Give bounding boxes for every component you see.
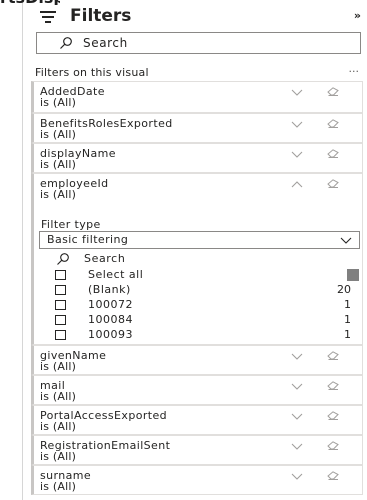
- value-label: 100072: [88, 298, 133, 311]
- checkbox[interactable]: [55, 270, 66, 280]
- filter-type-label: Filter type: [41, 218, 101, 231]
- filter-card-employeeid[interactable]: employeeId is (All) Filter type Basic fi…: [31, 173, 363, 345]
- filter-card-registrationemailsent[interactable]: RegistrationEmailSent is (All): [31, 435, 363, 465]
- filter-type-dropdown[interactable]: Basic filtering: [39, 231, 360, 249]
- eraser-icon[interactable]: [327, 471, 339, 480]
- eraser-icon[interactable]: [327, 441, 339, 450]
- filter-card-addeddate[interactable]: AddedDate is (All): [31, 81, 363, 113]
- value-label: (Blank): [88, 283, 131, 296]
- chevron-down-icon[interactable]: [291, 151, 303, 158]
- filters-pane-header: Filters »: [28, 6, 367, 30]
- search-icon: [60, 37, 72, 49]
- filter-card-surname[interactable]: surname is (All): [31, 465, 363, 495]
- value-row-select-all[interactable]: Select all: [34, 268, 360, 283]
- checkbox[interactable]: [55, 300, 66, 310]
- value-count: 1: [344, 313, 351, 326]
- filter-card-givenname[interactable]: givenName is (All): [31, 345, 363, 375]
- value-list-scrollbar[interactable]: [347, 269, 359, 281]
- value-search-box[interactable]: [40, 250, 360, 268]
- collapse-pane-button[interactable]: »: [354, 9, 361, 22]
- value-count: 1: [344, 328, 351, 341]
- chevron-down-icon[interactable]: [291, 89, 303, 96]
- eraser-icon[interactable]: [327, 351, 339, 360]
- checkbox[interactable]: [55, 330, 66, 340]
- eraser-icon[interactable]: [327, 87, 339, 96]
- value-row[interactable]: 100084 1: [34, 313, 360, 328]
- value-label: 100093: [88, 328, 133, 341]
- canvas-divider: [22, 0, 23, 500]
- section-label-this-visual: Filters on this visual: [35, 66, 149, 79]
- eraser-icon[interactable]: [327, 411, 339, 420]
- value-label: Select all: [88, 268, 144, 281]
- eraser-icon[interactable]: [327, 179, 339, 188]
- filter-card-state: is (All): [40, 420, 77, 433]
- value-search-input[interactable]: [84, 250, 324, 267]
- menu-lines-icon: [40, 11, 56, 24]
- filter-card-state: is (All): [40, 158, 77, 171]
- chevron-down-icon[interactable]: [291, 353, 303, 360]
- chevron-down-icon[interactable]: [291, 413, 303, 420]
- chevron-down-icon[interactable]: [291, 383, 303, 390]
- chevron-down-icon[interactable]: [291, 443, 303, 450]
- filters-pane: Filters » Filters on this visual ... Add…: [28, 0, 367, 500]
- filter-card-state: is (All): [40, 450, 77, 463]
- filter-card-state: is (All): [40, 188, 77, 201]
- filter-card-benefitsrolesexported[interactable]: BenefitsRolesExported is (All): [31, 113, 363, 143]
- filter-card-portalaccessexported[interactable]: PortalAccessExported is (All): [31, 405, 363, 435]
- value-row[interactable]: 100072 1: [34, 298, 360, 313]
- chevron-down-icon: [340, 237, 352, 244]
- chevron-up-icon[interactable]: [291, 181, 303, 188]
- filter-card-state: is (All): [40, 96, 77, 109]
- filter-card-state: is (All): [40, 128, 77, 141]
- filter-card-state: is (All): [40, 360, 77, 373]
- value-label: 100084: [88, 313, 133, 326]
- filters-pane-title: Filters: [70, 6, 132, 26]
- filter-card-mail[interactable]: mail is (All): [31, 375, 363, 405]
- value-row[interactable]: 100093 1: [34, 328, 360, 343]
- search-icon: [57, 253, 69, 265]
- filter-card-state: is (All): [40, 390, 77, 403]
- value-row[interactable]: (Blank) 20: [34, 283, 360, 298]
- filter-card-state: is (All): [40, 480, 77, 493]
- eraser-icon[interactable]: [327, 119, 339, 128]
- filter-type-value: Basic filtering: [47, 233, 129, 246]
- filter-card-displayname[interactable]: displayName is (All): [31, 143, 363, 173]
- checkbox[interactable]: [55, 285, 66, 295]
- chevron-down-icon[interactable]: [291, 473, 303, 480]
- eraser-icon[interactable]: [327, 149, 339, 158]
- value-count: 1: [344, 298, 351, 311]
- eraser-icon[interactable]: [327, 381, 339, 390]
- filter-search-input[interactable]: [83, 34, 343, 52]
- value-list: Select all (Blank) 20 100072 1 100084 1 …: [34, 268, 360, 344]
- checkbox[interactable]: [55, 315, 66, 325]
- filter-search-box[interactable]: [36, 32, 361, 54]
- section-more-options-button[interactable]: ...: [349, 62, 360, 75]
- chevron-down-icon[interactable]: [291, 121, 303, 128]
- value-count: 20: [337, 283, 351, 296]
